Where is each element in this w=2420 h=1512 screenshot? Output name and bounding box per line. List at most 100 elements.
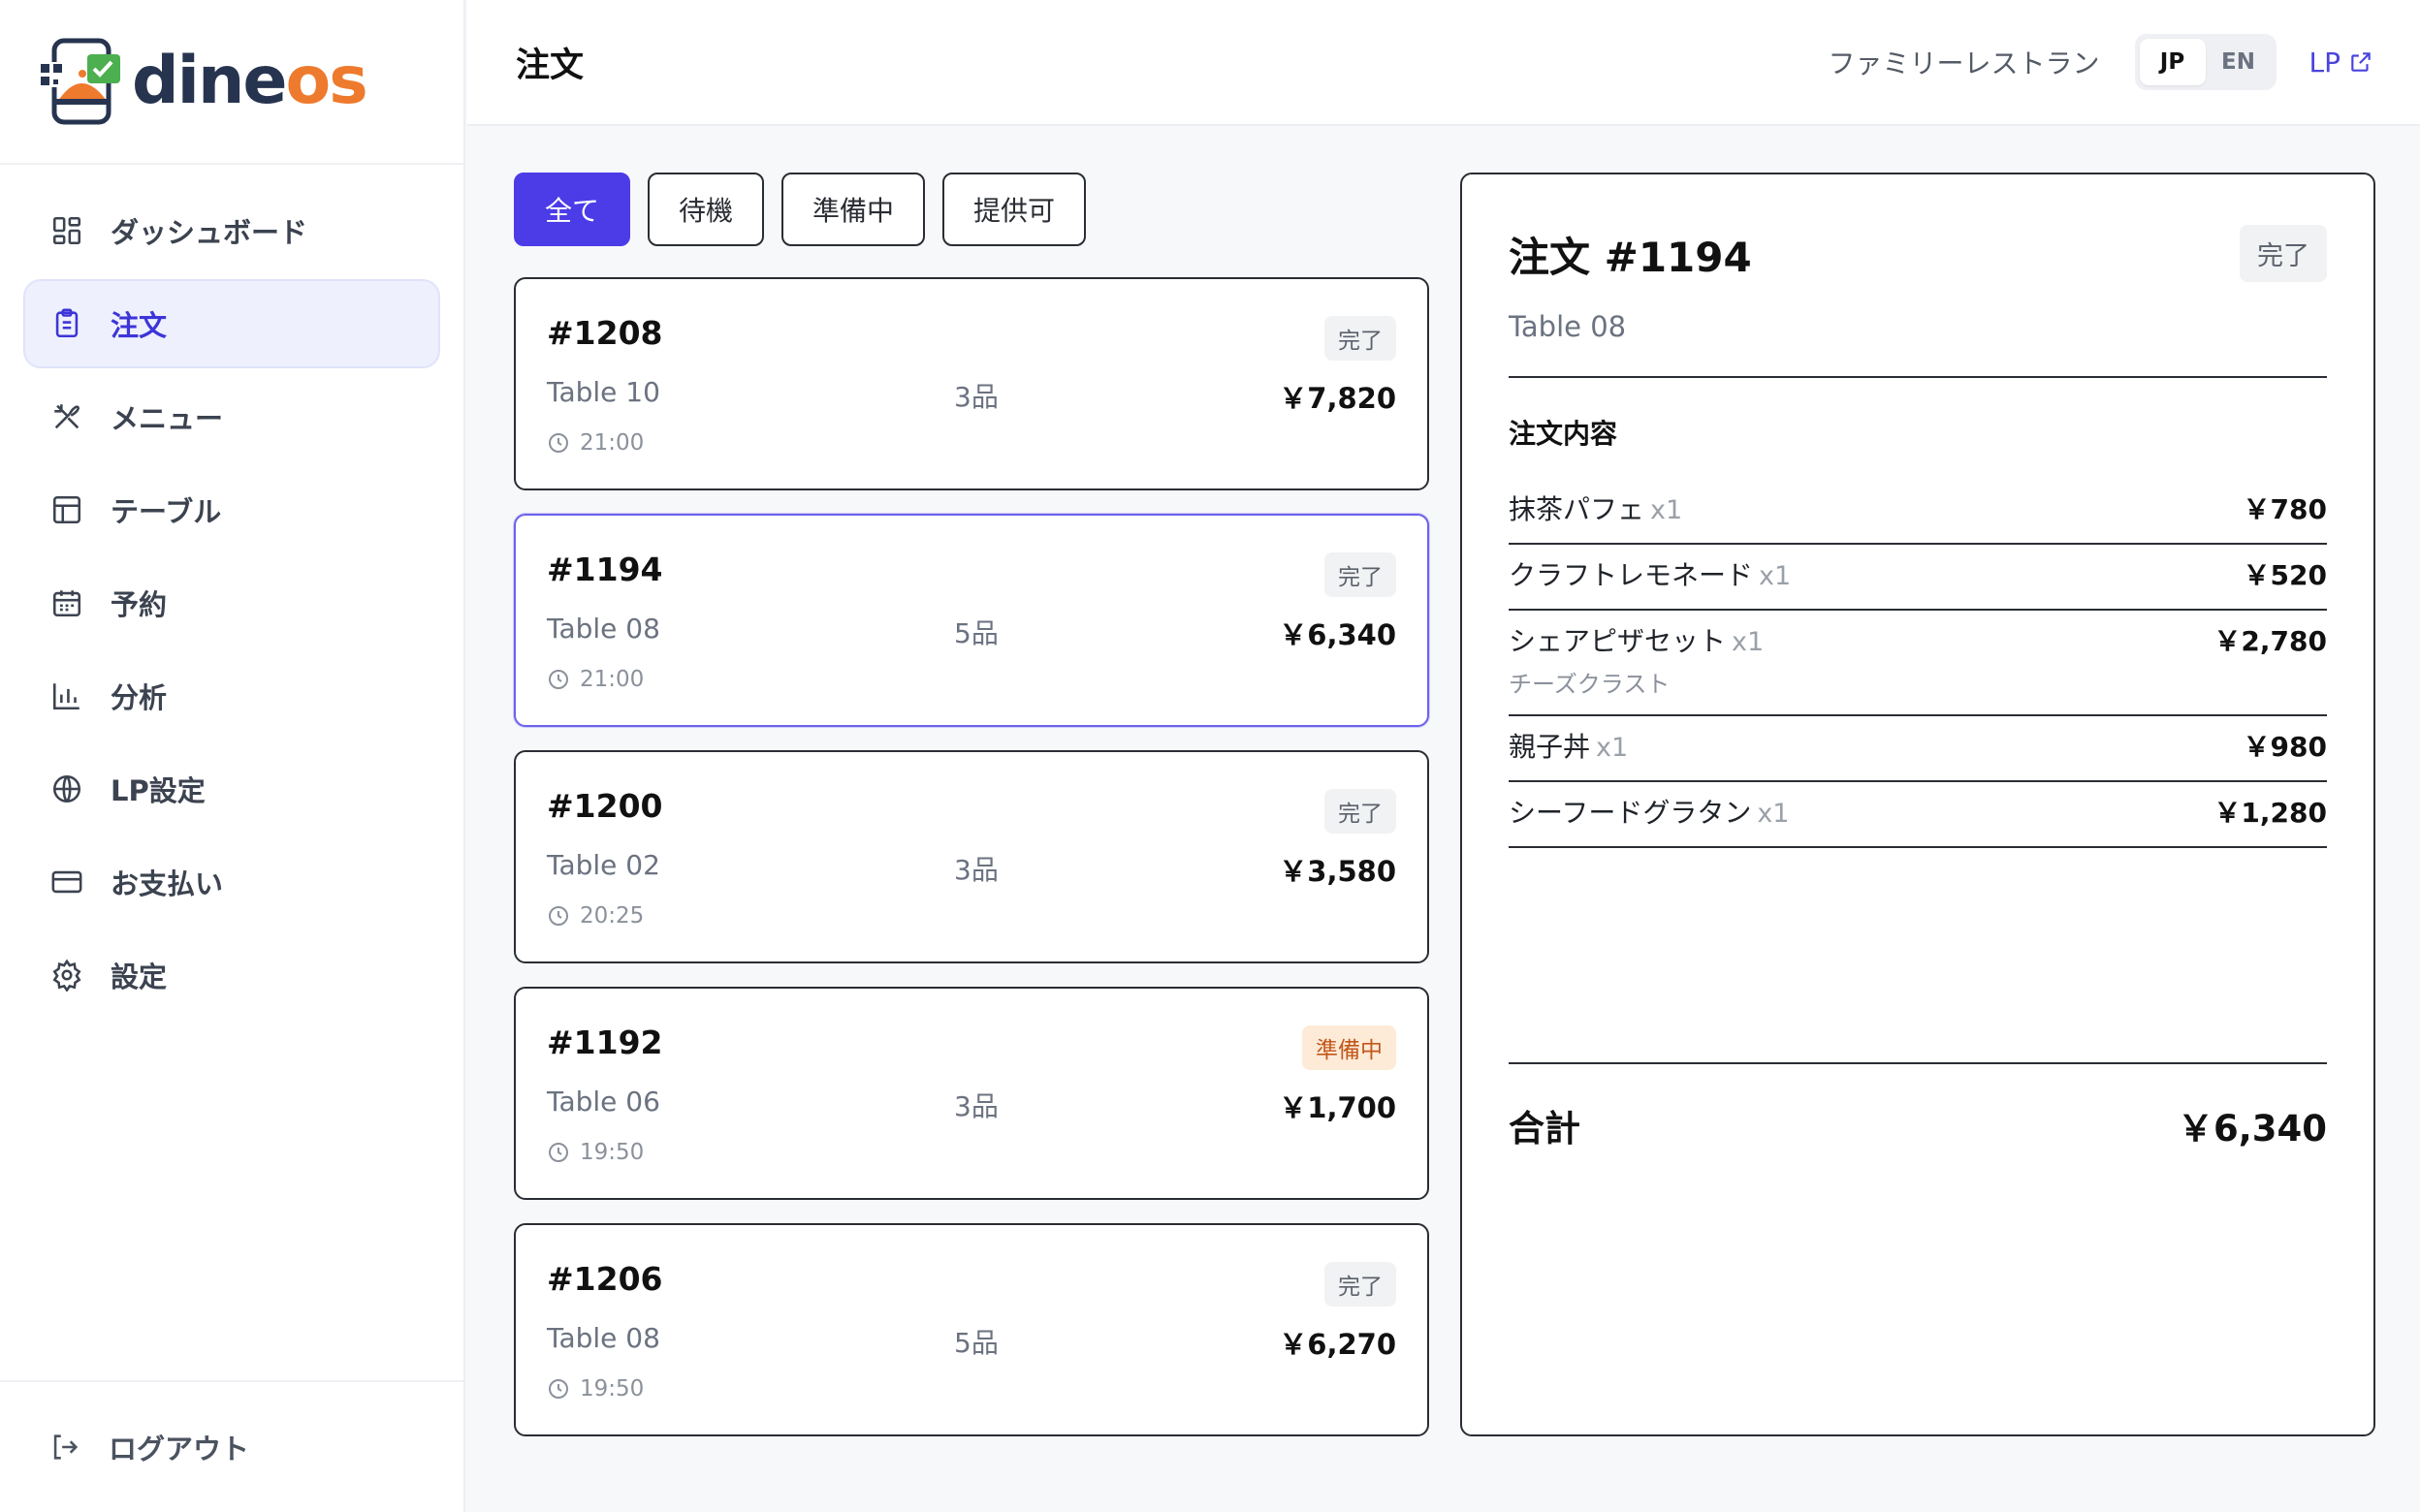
lp-external-link[interactable]: LP <box>2309 47 2373 79</box>
order-table: Table 08 <box>547 613 660 645</box>
order-time: 20:25 <box>547 903 644 929</box>
sidebar-item-label: 予約 <box>111 588 168 621</box>
calendar-icon <box>52 590 81 617</box>
item-qty: x1 <box>1759 561 1792 591</box>
order-card[interactable]: #1192 準備中 Table 06 3品 ￥1,700 19:50 <box>514 987 1429 1200</box>
order-id: #1194 <box>547 551 663 588</box>
order-time: 19:50 <box>547 1140 644 1165</box>
brand-header: dineos <box>0 0 463 165</box>
sidebar-item-label: メニュー <box>111 402 224 435</box>
order-id: #1192 <box>547 1024 663 1061</box>
order-total: ￥6,270 <box>1279 1328 1396 1361</box>
globe-icon <box>52 774 81 803</box>
order-item-count: 5品 <box>954 1327 999 1359</box>
order-card[interactable]: #1206 完了 Table 08 5品 ￥6,270 19:50 <box>514 1223 1429 1436</box>
order-line-item: シェアピザセット x1 チーズクラスト ￥2,780 <box>1509 611 2327 716</box>
item-name: シーフードグラタン <box>1509 797 1752 829</box>
sidebar-nav: ダッシュボード 注文 メニュー テーブル 予約 分析 LP設定 お支払い 設定 <box>0 165 463 1020</box>
order-item-count: 3品 <box>954 1090 999 1122</box>
order-detail-title: 注文 #1194 <box>1509 234 1752 281</box>
order-card[interactable]: #1208 完了 Table 10 3品 ￥7,820 21:00 <box>514 277 1429 490</box>
total-label: 合計 <box>1509 1108 1580 1150</box>
brand-name-part1: dine <box>132 43 288 119</box>
status-badge: 完了 <box>1324 1262 1396 1307</box>
item-qty: x1 <box>1757 799 1790 829</box>
order-item-count: 3品 <box>954 854 999 886</box>
sidebar-item-tables[interactable]: テーブル <box>23 465 440 554</box>
orders-list: #1208 完了 Table 10 3品 ￥7,820 21:00 #1194 … <box>514 277 1429 1460</box>
credit-card-icon <box>51 870 82 894</box>
clock-icon <box>549 906 568 926</box>
clock-icon <box>549 670 568 689</box>
order-card[interactable]: #1194 完了 Table 08 5品 ￥6,340 21:00 <box>514 514 1429 727</box>
sidebar-item-lp-settings[interactable]: LP設定 <box>23 744 440 834</box>
sidebar-item-menu[interactable]: メニュー <box>23 372 440 461</box>
status-badge: 完了 <box>1324 552 1396 597</box>
filter-preparing-button[interactable]: 準備中 <box>781 173 926 246</box>
order-contents-heading: 注文内容 <box>1509 418 1618 450</box>
sidebar-item-reservations[interactable]: 予約 <box>23 558 440 647</box>
filter-waiting-button[interactable]: 待機 <box>648 173 765 246</box>
sidebar-item-payments[interactable]: お支払い <box>23 837 440 927</box>
sidebar-item-settings[interactable]: 設定 <box>23 930 440 1020</box>
item-price: ￥980 <box>2243 731 2327 763</box>
sidebar: dineos ダッシュボード 注文 メニュー テーブル 予約 分析 LP設定 お… <box>0 0 465 1512</box>
sidebar-item-label: ダッシュボード <box>111 216 308 249</box>
order-time-value: 19:50 <box>580 1376 645 1402</box>
sidebar-item-label: LP設定 <box>111 774 206 807</box>
sidebar-item-label: 設定 <box>111 961 168 993</box>
lang-en-button[interactable]: EN <box>2206 39 2272 85</box>
item-option: チーズクラスト <box>1509 671 1671 698</box>
sidebar-item-label: 分析 <box>111 681 168 714</box>
item-qty: x1 <box>1650 495 1683 525</box>
order-table: Table 02 <box>547 849 660 881</box>
order-time-value: 21:00 <box>580 667 645 692</box>
status-badge: 完了 <box>2240 225 2327 282</box>
total-value: ￥6,340 <box>2177 1108 2327 1150</box>
gear-icon <box>52 959 81 992</box>
sidebar-item-label: お支払い <box>111 867 224 900</box>
item-name: 抹茶パフェ <box>1509 493 1645 525</box>
status-badge: 完了 <box>1324 316 1396 361</box>
utensils-icon <box>54 404 80 429</box>
sidebar-item-orders[interactable]: 注文 <box>23 279 440 368</box>
table-icon <box>52 495 81 524</box>
order-table: Table 10 <box>547 376 660 408</box>
order-total: ￥7,820 <box>1279 382 1396 415</box>
sidebar-item-analytics[interactable]: 分析 <box>23 651 440 740</box>
lp-link-label: LP <box>2309 46 2340 79</box>
logout-button[interactable]: ログアウト <box>0 1380 463 1512</box>
clock-icon <box>549 1143 568 1162</box>
item-qty: x1 <box>1596 733 1629 763</box>
order-table: Table 08 <box>547 1322 660 1354</box>
order-total: ￥6,340 <box>1279 618 1396 651</box>
order-detail-table: Table 08 <box>1509 310 1627 343</box>
header-right: ファミリーレストラン JP EN LP <box>1829 34 2374 90</box>
order-line-item: クラフトレモネード x1 ￥520 <box>1509 545 2327 611</box>
page-title: 注文 <box>516 46 585 85</box>
clipboard-icon <box>55 308 79 338</box>
order-items-list: 抹茶パフェ x1 ￥780 クラフトレモネード x1 ￥520 シェアピザセット x1… <box>1509 479 2327 848</box>
divider <box>1509 376 2327 378</box>
order-id: #1208 <box>547 314 663 352</box>
item-price: ￥2,780 <box>2213 625 2327 657</box>
clock-icon <box>549 433 568 453</box>
language-toggle: JP EN <box>2134 34 2277 90</box>
order-detail-panel: 注文 #1194 完了 Table 08 注文内容 抹茶パフェ x1 ￥780 ク… <box>1460 173 2375 1436</box>
order-line-item: シーフードグラタン x1 ￥1,280 <box>1509 782 2327 848</box>
order-card[interactable]: #1200 完了 Table 02 3品 ￥3,580 20:25 <box>514 750 1429 963</box>
sidebar-item-label: テーブル <box>111 495 222 528</box>
divider <box>1509 1062 2327 1064</box>
status-badge: 準備中 <box>1302 1025 1396 1070</box>
status-filter-tabs: 全て 待機 準備中 提供可 <box>514 173 1103 246</box>
sidebar-item-dashboard[interactable]: ダッシュボード <box>23 186 440 275</box>
order-time: 21:00 <box>547 430 644 456</box>
dineos-logo-icon[interactable] <box>39 37 128 126</box>
lang-jp-button[interactable]: JP <box>2139 39 2206 85</box>
order-item-count: 5品 <box>954 617 999 649</box>
order-time: 21:00 <box>547 667 644 692</box>
logout-icon <box>53 1434 79 1460</box>
filter-ready-button[interactable]: 提供可 <box>942 173 1087 246</box>
logout-label: ログアウト <box>109 1433 250 1465</box>
filter-all-button[interactable]: 全て <box>514 173 631 246</box>
